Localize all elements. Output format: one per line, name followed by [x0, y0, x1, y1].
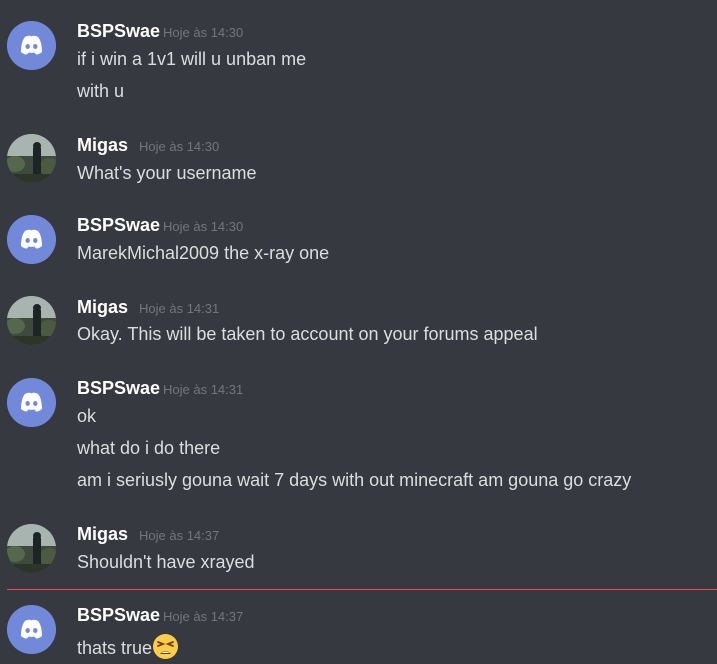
- message-text: Okay. This will be taken to account on y…: [77, 324, 538, 344]
- message-text: what do i do there: [77, 438, 221, 458]
- discord-logo-icon: [7, 378, 56, 427]
- username[interactable]: BSPSwae: [77, 21, 160, 42]
- message-text: Shouldn't have xrayed: [77, 552, 255, 572]
- timestamp: Hoje às 14:37: [139, 528, 220, 543]
- message-text: thats true: [77, 638, 153, 658]
- message-text: ok: [77, 406, 97, 426]
- photo-avatar: [7, 524, 56, 573]
- discord-logo-icon: [7, 605, 56, 654]
- photo-avatar: [7, 134, 56, 183]
- tired-face-emoji: [153, 634, 179, 659]
- timestamp: Hoje às 14:37: [163, 609, 244, 624]
- timestamp: Hoje às 14:30: [139, 139, 220, 154]
- message-text: What's your username: [77, 163, 257, 183]
- avatar[interactable]: [7, 134, 56, 183]
- username[interactable]: Migas: [77, 135, 128, 156]
- timestamp: Hoje às 14:31: [139, 301, 220, 316]
- username[interactable]: BSPSwae: [77, 605, 160, 626]
- avatar[interactable]: [7, 605, 56, 654]
- timestamp: Hoje às 14:31: [163, 382, 244, 397]
- discord-logo-icon: [7, 21, 56, 70]
- avatar[interactable]: [7, 524, 56, 573]
- message-line: thats true: [77, 633, 179, 660]
- photo-avatar: [7, 296, 56, 345]
- avatar[interactable]: [7, 296, 56, 345]
- username[interactable]: Migas: [77, 524, 128, 545]
- avatar[interactable]: [7, 215, 56, 264]
- new-messages-divider: [7, 589, 717, 590]
- message-text: with u: [77, 81, 125, 101]
- message-text: am i seriusly gouna wait 7 days with out…: [77, 470, 632, 490]
- avatar[interactable]: [7, 21, 56, 70]
- timestamp: Hoje às 14:30: [163, 25, 244, 40]
- username[interactable]: Migas: [77, 297, 128, 318]
- username[interactable]: BSPSwae: [77, 215, 160, 236]
- username[interactable]: BSPSwae: [77, 378, 160, 399]
- timestamp: Hoje às 14:30: [163, 219, 244, 234]
- message-text: if i win a 1v1 will u unban me: [77, 49, 307, 69]
- message-text: MarekMichal2009 the x-ray one: [77, 243, 330, 263]
- avatar[interactable]: [7, 378, 56, 427]
- discord-logo-icon: [7, 215, 56, 264]
